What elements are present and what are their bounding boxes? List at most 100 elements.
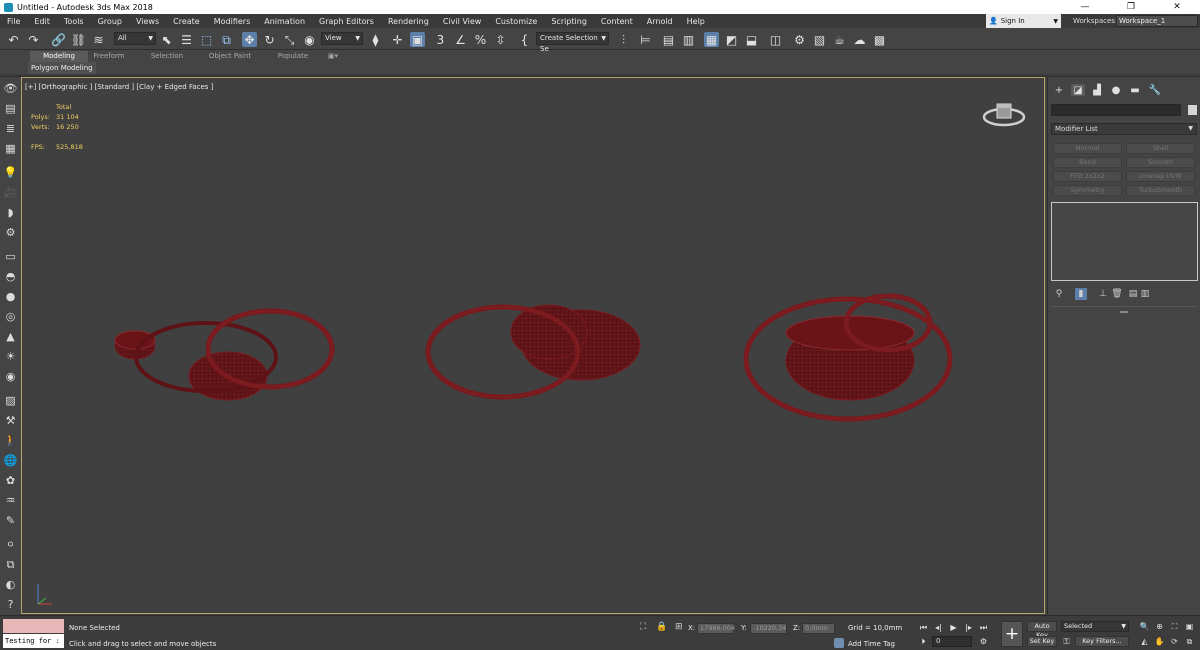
pivot-center-icon[interactable]: ⧫ [368,32,383,47]
create-tab-icon[interactable]: + [1052,84,1066,96]
render-shortcuts-icon[interactable]: ▩ [872,32,887,47]
maxscript-listener-output[interactable] [3,619,64,633]
orbit-icon[interactable]: ⟳ [1169,636,1180,647]
utilities-tab-icon[interactable]: 🔧 [1148,84,1162,96]
select-and-move-icon[interactable]: ✥ [242,32,257,47]
lamp-icon[interactable]: 💡 [3,165,18,180]
key-icon[interactable]: ⚿ [1061,636,1072,647]
go-to-end-icon[interactable]: ⏭ [978,622,989,633]
modifier-turbosmooth-button[interactable]: TurboSmooth [1126,185,1195,196]
modifier-unwrap-uvw-button[interactable]: Unwrap UVW [1126,171,1195,182]
ring-object-2[interactable] [205,308,335,390]
add-time-tag-button[interactable]: Add Time Tag [848,640,895,648]
zoom-all-icon[interactable]: ⊕ [1154,621,1165,632]
pan-icon[interactable]: ✋ [1154,636,1165,647]
menu-create[interactable]: Create [166,17,207,26]
set-keys-icon[interactable]: + [1001,621,1023,647]
menu-arnold[interactable]: Arnold [640,17,680,26]
material-ball-icon[interactable]: ⚪ [3,537,18,552]
modifier-stack[interactable] [1051,202,1198,281]
configure-modifier-sets-icon[interactable]: ▤ [1127,288,1139,300]
rendered-frame-window-icon[interactable]: ▧ [812,32,827,47]
dome-icon[interactable]: ◓ [3,269,18,284]
menu-content[interactable]: Content [594,17,640,26]
x-coordinate-field[interactable]: 17986,004 [697,623,735,634]
motion-tab-icon[interactable]: ● [1109,84,1123,96]
plant-icon[interactable]: ✿ [3,473,18,488]
make-unique-icon[interactable]: ⊥ [1097,288,1109,300]
y-coordinate-field[interactable]: -10220,34 [750,623,787,634]
select-object-icon[interactable]: ⬉ [159,32,174,47]
layers-icon[interactable]: ≣ [3,121,18,136]
play-icon[interactable]: ▶ [948,622,959,633]
rectangular-selection-icon[interactable]: ⬚ [199,32,214,47]
tab-object-paint[interactable]: Object Paint [200,51,260,62]
sun-icon[interactable]: ☀ [3,349,18,364]
modifier-symmetry-button[interactable]: Symmetry [1053,185,1122,196]
menu-customize[interactable]: Customize [488,17,544,26]
modify-tab-icon[interactable]: ◪ [1071,84,1085,96]
menu-views[interactable]: Views [129,17,166,26]
menu-file[interactable]: File [0,17,27,26]
menu-civil-view[interactable]: Civil View [436,17,489,26]
sign-in-dropdown[interactable]: 👤 Sign In ▼ [986,14,1061,28]
z-coordinate-field[interactable]: 0,0mm [802,623,835,634]
curve-editor-icon[interactable]: ◩ [724,32,739,47]
render-in-cloud-icon[interactable]: ☁ [852,32,867,47]
tab-freeform[interactable]: Freeform [84,51,134,62]
next-frame-icon[interactable]: |▸ [963,622,974,633]
field-of-view-icon[interactable]: ◭ [1139,636,1150,647]
material-editor-icon[interactable]: ◫ [768,32,783,47]
menu-edit[interactable]: Edit [27,17,57,26]
spinner-snap-icon[interactable]: ⇳ [493,32,508,47]
modifier-list-dropdown[interactable]: Modifier List ▼ [1051,123,1197,135]
absolute-mode-icon[interactable]: ⊞ [675,622,683,632]
isolate-selection-icon[interactable]: ⛶ [640,622,646,632]
modifier-ffd-button[interactable]: FFD 2x2x2 [1053,171,1122,182]
disc-icon[interactable]: ◉ [3,369,18,384]
hair-icon[interactable]: ♒ [3,493,18,508]
menu-rendering[interactable]: Rendering [381,17,436,26]
auto-key-button[interactable]: Auto Key [1027,621,1057,639]
sphere-icon[interactable]: ● [3,289,18,304]
modifier-normal-button[interactable]: Normal [1053,143,1122,154]
sort-icon[interactable]: ▦ [3,141,18,156]
key-mode-toggle-icon[interactable]: ⏵ [918,636,929,647]
bind-space-warp-icon[interactable]: ≋ [91,32,106,47]
remove-modifier-icon[interactable]: 🗑 [1111,288,1123,300]
modifier-shell-button[interactable]: Shell [1126,143,1195,154]
schematic-view-icon[interactable]: ⬓ [744,32,759,47]
stack-settings-icon[interactable]: ▥ [1139,288,1151,300]
zoom-extents-all-icon[interactable]: ▣ [1184,621,1195,632]
select-and-place-icon[interactable]: ◉ [302,32,317,47]
tab-populate[interactable]: Populate [268,51,318,62]
toggle-layer-explorer-icon[interactable]: ▥ [681,32,696,47]
go-to-start-icon[interactable]: ⏮ [918,622,929,633]
set-key-button[interactable]: Set Key [1027,636,1057,647]
workspace-select[interactable]: Workspace_1 [1116,15,1198,27]
display-tree-icon[interactable]: ▤ [3,101,18,116]
helper-icon[interactable]: ◗ [3,205,18,220]
object-color-swatch[interactable] [1188,105,1197,115]
select-manipulate-icon[interactable]: ✛ [390,32,405,47]
minimize-button[interactable]: — [1062,0,1108,14]
bone-icon[interactable]: ⚒ [3,413,18,428]
select-by-name-icon[interactable]: ☰ [179,32,194,47]
named-selection-set-dropdown[interactable]: Create Selection Se ▼ [536,32,609,53]
ring-icon[interactable]: ◎ [3,309,18,324]
display-tab-icon[interactable]: ▬ [1128,84,1142,96]
menu-graph-editors[interactable]: Graph Editors [312,17,381,26]
globe-icon[interactable]: 🌐 [3,453,18,468]
hierarchy-tab-icon[interactable]: ▟ [1090,84,1104,96]
snaps-toggle-icon[interactable]: 3 [433,32,448,47]
show-end-result-icon[interactable]: ▮ [1075,288,1087,300]
render-setup-icon[interactable]: ⚙ [792,32,807,47]
xref-icon[interactable]: ⧉ [3,557,18,572]
menu-tools[interactable]: Tools [57,17,91,26]
select-and-rotate-icon[interactable]: ↻ [262,32,277,47]
align-icon[interactable]: ⊨ [638,32,653,47]
percent-snap-icon[interactable]: % [473,32,488,47]
unlink-icon[interactable]: ⛓ [71,32,86,47]
help-icon[interactable]: ? [3,597,18,612]
maximize-button[interactable]: ❐ [1108,0,1154,14]
